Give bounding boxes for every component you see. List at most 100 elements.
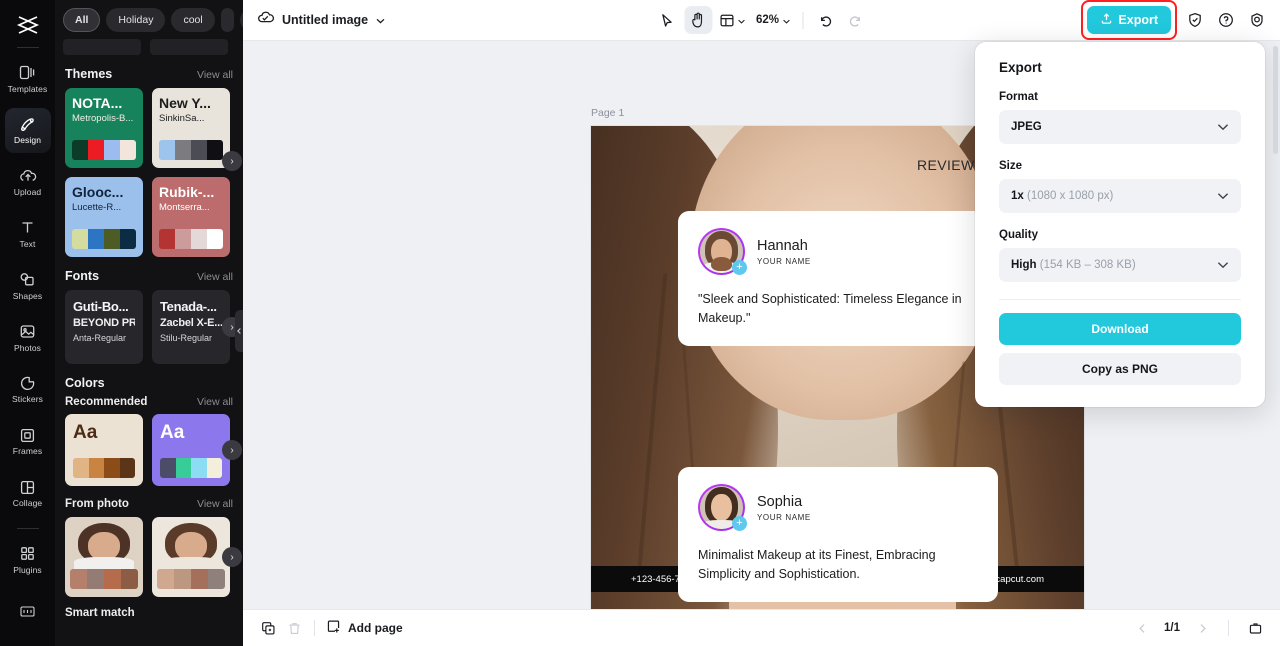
rail-divider-top (16, 47, 39, 49)
settings-icon[interactable] (1243, 7, 1270, 34)
review-quote: Minimalist Makeup at its Finest, Embraci… (698, 548, 936, 581)
color-palette-card[interactable]: Aa (65, 414, 143, 486)
hand-tool-button[interactable] (683, 6, 712, 34)
review-card[interactable]: + Sophia YOUR NAME Minimalist Makeup at … (678, 467, 998, 602)
redo-button[interactable] (842, 6, 870, 34)
themes-grid-row1: NOTA... Metropolis-B... New Y... SinkinS… (55, 88, 243, 171)
review-card[interactable]: + Hannah YOUR NAME "Sleek and Sophistica… (678, 211, 998, 346)
from-photo-view-all[interactable]: View all (197, 498, 233, 510)
top-right-actions: Export (1081, 0, 1280, 40)
size-value: 1x (1011, 190, 1024, 202)
sidebar-item-collage[interactable]: Collage (5, 471, 51, 516)
chevron-down-icon (782, 11, 790, 29)
size-label: Size (999, 160, 1023, 172)
export-button[interactable]: Export (1087, 6, 1171, 34)
review-identity: Hannah YOUR NAME (757, 237, 811, 266)
font-card-title: Tenada-... (160, 299, 217, 314)
export-upload-icon (1100, 12, 1113, 28)
chevron-right-icon[interactable]: › (222, 440, 242, 460)
shield-icon[interactable] (1181, 7, 1208, 34)
keyboard-icon (19, 603, 36, 621)
themes-view-all[interactable]: View all (197, 69, 233, 81)
photos-icon (19, 323, 36, 341)
chip-holiday[interactable]: Holiday (106, 8, 166, 32)
select-tool-button[interactable] (653, 6, 681, 34)
color-palette-card[interactable]: Aa (152, 414, 230, 486)
copy-as-png-button[interactable]: Copy as PNG (999, 353, 1241, 385)
font-card[interactable]: Tenada-... Zacbel X-E... Stilu-Regular (152, 290, 230, 364)
vertical-scrollbar[interactable] (1273, 46, 1278, 154)
app-root: Templates Design Upload Text Shapes Phot… (0, 0, 1280, 646)
reviewer-role: YOUR NAME (757, 513, 811, 522)
avatar[interactable]: + (698, 484, 747, 531)
chevron-right-icon[interactable]: › (222, 547, 242, 567)
chip-cool[interactable]: cool (171, 8, 215, 32)
chip-all[interactable]: All (63, 8, 101, 32)
format-select[interactable]: JPEG (999, 110, 1241, 144)
duplicate-icon[interactable] (255, 615, 281, 641)
recommended-view-all[interactable]: View all (197, 396, 233, 408)
review-identity: Sophia YOUR NAME (757, 493, 811, 522)
font-card[interactable]: Guti-Bo... BEYOND PRO... Anta-Regular (65, 290, 143, 364)
toolbar-divider (802, 11, 804, 29)
chevron-left-icon[interactable] (1129, 615, 1155, 641)
avatar-add-icon[interactable]: + (732, 260, 747, 275)
plugins-icon (19, 545, 36, 563)
sidebar-item-design[interactable]: Design (4, 107, 51, 153)
top-toolbar: Untitled image 62% Export (243, 0, 1280, 41)
sidebar-item-photos[interactable]: Photos (5, 315, 51, 360)
sidebar-item-templates[interactable]: Templates (5, 56, 51, 101)
sidebar-item-plugins[interactable]: Plugins (5, 537, 51, 582)
colors-section-header: Colors (55, 364, 243, 394)
panel-collapse-icon[interactable] (235, 310, 243, 352)
theme-card-title: NOTA... (72, 95, 123, 111)
chevron-right-icon[interactable]: › (222, 151, 242, 171)
quality-value: High (1011, 259, 1037, 271)
document-title-button[interactable]: Untitled image (257, 10, 385, 30)
shapes-icon (19, 271, 36, 289)
section-title: Themes (65, 67, 113, 81)
size-select[interactable]: 1x (1080 x 1080 px) (999, 179, 1241, 213)
smart-match-header: Smart match (55, 597, 243, 626)
layout-tool-button[interactable] (715, 6, 749, 34)
chevron-down-icon (1217, 256, 1229, 274)
sidebar-item-label: Upload (13, 187, 42, 198)
reviewer-role: YOUR NAME (757, 257, 811, 266)
export-highlight-box: Export (1081, 0, 1177, 40)
theme-card[interactable]: New Y... SinkinSa... (152, 88, 230, 168)
sidebar-item-frames[interactable]: Frames (5, 419, 51, 464)
sidebar-item-text[interactable]: Text (5, 212, 51, 257)
font-card-sample: BEYOND PRO... (73, 317, 135, 329)
undo-button[interactable] (811, 6, 839, 34)
chevron-down-icon (1217, 118, 1229, 136)
quality-select[interactable]: High (154 KB – 308 KB) (999, 248, 1241, 282)
skeleton-block (150, 39, 228, 55)
sidebar-item-upload[interactable]: Upload (5, 160, 51, 205)
zoom-level-button[interactable]: 62% (752, 6, 794, 34)
capcut-logo-icon[interactable] (8, 8, 48, 41)
grid-view-icon[interactable] (1242, 615, 1268, 641)
sidebar-item-label: Frames (12, 446, 43, 457)
toolbar-divider (1228, 620, 1229, 636)
photo-palette-card[interactable] (65, 517, 143, 597)
fonts-view-all[interactable]: View all (197, 271, 233, 283)
panel-skeleton-row (55, 32, 243, 55)
sidebar-item-stickers[interactable]: Stickers (5, 367, 51, 412)
avatar-add-icon[interactable]: + (732, 516, 747, 531)
download-button[interactable]: Download (999, 313, 1241, 345)
theme-card[interactable]: Glooc... Lucette-R... (65, 177, 143, 257)
size-detail: (1080 x 1080 px) (1027, 190, 1114, 202)
font-card-name: Anta-Regular (73, 333, 127, 343)
chevron-right-icon[interactable] (1189, 615, 1215, 641)
sidebar-item-shapes[interactable]: Shapes (5, 263, 51, 308)
avatar[interactable]: + (698, 228, 747, 275)
trash-icon[interactable] (281, 615, 307, 641)
rail-bottom-tool-button[interactable] (5, 589, 51, 634)
theme-card[interactable]: NOTA... Metropolis-B... (65, 88, 143, 168)
photo-palette-card[interactable] (152, 517, 230, 597)
sidebar-item-label: Design (13, 135, 42, 146)
help-icon[interactable] (1212, 7, 1239, 34)
add-page-button[interactable]: Add page (322, 619, 407, 637)
chip-cool-truncated[interactable]: co (220, 8, 234, 32)
theme-card[interactable]: Rubik-... Montserra... (152, 177, 230, 257)
